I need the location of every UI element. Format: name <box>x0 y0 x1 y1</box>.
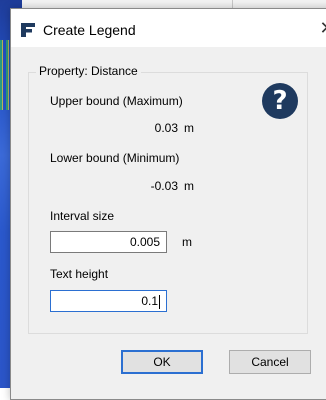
app-logo-icon <box>21 23 35 37</box>
text-height-label: Text height <box>50 267 109 281</box>
lower-bound-label: Lower bound (Minimum) <box>50 151 180 165</box>
text-height-value: 0.1 <box>141 294 158 308</box>
upper-bound-unit: m <box>184 121 194 135</box>
upper-bound-label: Upper bound (Maximum) <box>50 94 183 108</box>
group-title: Property: Distance <box>36 64 141 78</box>
interval-size-label: Interval size <box>50 209 115 223</box>
text-height-input[interactable]: 0.1 <box>50 290 167 312</box>
interval-size-unit: m <box>182 235 192 249</box>
lower-bound-unit: m <box>184 179 194 193</box>
text-caret <box>159 294 160 309</box>
help-icon[interactable]: ? <box>262 83 298 119</box>
close-icon[interactable]: ✕ <box>317 19 326 37</box>
upper-bound-value: 0.03 <box>154 121 178 135</box>
lower-bound-value: -0.03 <box>150 179 178 193</box>
ok-button[interactable]: OK <box>121 350 203 374</box>
interval-size-input[interactable]: 0.005 <box>50 231 167 253</box>
dialog-title: Create Legend <box>43 22 136 38</box>
interval-size-value: 0.005 <box>129 235 160 249</box>
title-bar: Create Legend ✕ <box>11 9 326 47</box>
cancel-button[interactable]: Cancel <box>229 350 311 374</box>
